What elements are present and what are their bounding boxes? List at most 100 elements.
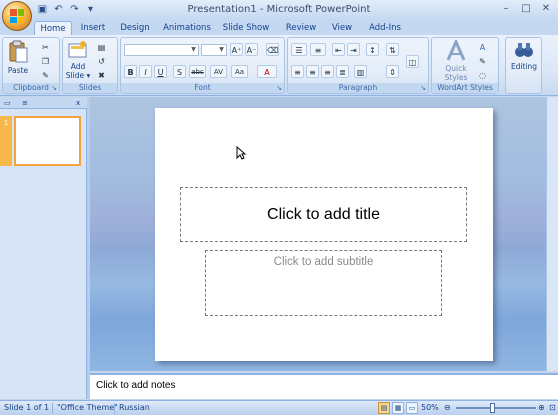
window-title: Presentation1 - Microsoft PowerPoint xyxy=(187,4,371,15)
clipboard-launcher-icon[interactable]: ↘ xyxy=(51,84,57,92)
grow-font-icon[interactable]: A⁺ xyxy=(230,43,243,56)
ribbon: Paste ✂ ❐ ✎ Clipboard ↘ Add Slide ▾ ▤ ↺ … xyxy=(0,35,558,96)
bold-button[interactable]: B xyxy=(124,65,137,78)
delete-slide-icon[interactable]: ✖ xyxy=(95,69,108,82)
close-button[interactable]: ✕ xyxy=(538,2,554,16)
notes-pane[interactable]: Click to add notes xyxy=(90,373,558,399)
quick-styles-icon xyxy=(446,38,466,61)
font-color-button[interactable]: A xyxy=(257,65,277,78)
font-name-combo[interactable]: ▼ xyxy=(124,44,199,56)
tab-add-ins[interactable]: Add-Ins xyxy=(367,21,403,35)
italic-button[interactable]: I xyxy=(139,65,152,78)
group-label-slides: Slides xyxy=(63,83,117,93)
align-center-icon[interactable]: ≡ xyxy=(306,65,319,78)
change-case-button[interactable]: Aa xyxy=(231,65,248,78)
tab-animations[interactable]: Animations xyxy=(163,21,211,35)
normal-view-icon[interactable]: ▤ xyxy=(378,402,390,414)
smartart-icon[interactable]: ◫ xyxy=(406,55,419,68)
clear-formatting-icon[interactable]: ⌫ xyxy=(266,43,279,56)
line-spacing-icon[interactable]: ↕ xyxy=(366,43,379,56)
font-size-combo[interactable]: ▼ xyxy=(201,44,227,56)
view-buttons: ▤ ▦ ▭ xyxy=(378,402,418,414)
office-button[interactable] xyxy=(2,1,32,31)
justify-icon[interactable]: ≣ xyxy=(336,65,349,78)
paste-button[interactable]: Paste xyxy=(5,40,31,75)
group-drawing: Quick Styles ▾ A ✎ ◌ WordArt Styles xyxy=(431,37,499,94)
zoom-in-icon[interactable]: ⊕ xyxy=(538,403,545,412)
minimize-button[interactable]: – xyxy=(498,2,514,16)
slide-show-icon[interactable]: ▭ xyxy=(406,402,418,414)
copy-icon[interactable]: ❐ xyxy=(39,55,52,68)
text-fill-icon[interactable]: A xyxy=(476,41,489,54)
group-slides: Add Slide ▾ ▤ ↺ ✖ Slides xyxy=(62,37,118,94)
chevron-down-icon: ▼ xyxy=(219,46,224,53)
ribbon-tabs: Home Insert Design Animations Slide Show… xyxy=(0,20,558,35)
slides-panel: ▭ ≡ x 1 xyxy=(0,97,87,399)
format-painter-icon[interactable]: ✎ xyxy=(39,69,52,82)
reset-icon[interactable]: ↺ xyxy=(95,55,108,68)
tab-home[interactable]: Home xyxy=(34,21,72,35)
zoom-out-icon[interactable]: ⊖ xyxy=(444,403,451,412)
restore-button[interactable]: □ xyxy=(518,2,534,16)
subtitle-placeholder[interactable]: Click to add subtitle xyxy=(205,250,442,316)
decrease-indent-icon[interactable]: ⇤ xyxy=(332,43,345,56)
zoom-slider-thumb[interactable] xyxy=(490,403,495,413)
slide-sorter-icon[interactable]: ▦ xyxy=(392,402,404,414)
slide-counter: Slide 1 of 1 xyxy=(4,403,50,412)
text-effects-icon[interactable]: ◌ xyxy=(476,69,489,82)
group-paragraph: ☰ ≡ ⇤ ⇥ ↕ ⇅ ≡ ≡ ≡ ≣ ▥ ⇕ ◫ Paragraph ↘ xyxy=(287,37,429,94)
fit-to-window-icon[interactable]: ⊡ xyxy=(549,403,556,412)
tab-slide-show[interactable]: Slide Show xyxy=(222,21,270,35)
columns-icon[interactable]: ▥ xyxy=(354,65,367,78)
layout-icon[interactable]: ▤ xyxy=(95,41,108,54)
group-editing: Editing xyxy=(505,37,542,94)
shrink-font-icon[interactable]: A⁻ xyxy=(245,43,258,56)
shadow-button[interactable]: S xyxy=(173,65,186,78)
strikethrough-button[interactable]: abc xyxy=(189,65,206,78)
slide-thumbnail[interactable] xyxy=(14,116,81,166)
numbering-icon[interactable]: ≡ xyxy=(310,43,326,56)
underline-button[interactable]: U xyxy=(154,65,167,78)
slide-number: 1 xyxy=(0,116,12,166)
panel-tabs: ▭ ≡ x xyxy=(0,97,87,109)
increase-indent-icon[interactable]: ⇥ xyxy=(347,43,360,56)
tab-insert[interactable]: Insert xyxy=(78,21,108,35)
group-label-paragraph: Paragraph xyxy=(288,83,428,93)
zoom-level[interactable]: 50% xyxy=(421,403,439,412)
title-bar: ▣ ↶ ↷ ▾ Presentation1 - Microsoft PowerP… xyxy=(0,0,558,20)
language-indicator[interactable]: Russian xyxy=(119,403,150,412)
vertical-scrollbar[interactable] xyxy=(546,97,558,371)
tab-review[interactable]: Review xyxy=(284,21,318,35)
align-left-icon[interactable]: ≡ xyxy=(291,65,304,78)
text-outline-icon[interactable]: ✎ xyxy=(476,55,489,68)
title-placeholder[interactable]: Click to add title xyxy=(180,187,467,242)
slide: Click to add title Click to add subtitle xyxy=(155,108,493,361)
align-right-icon[interactable]: ≡ xyxy=(321,65,334,78)
character-spacing-button[interactable]: AV xyxy=(210,65,227,78)
group-font: ▼ ▼ A⁺ A⁻ ⌫ B I U S abc AV Aa A Font ↘ xyxy=(120,37,285,94)
zoom-slider[interactable] xyxy=(456,407,536,409)
editing-button[interactable]: Editing xyxy=(508,40,540,71)
cut-icon[interactable]: ✂ xyxy=(39,41,52,54)
font-launcher-icon[interactable]: ↘ xyxy=(276,84,282,92)
theme-name: "Office Theme" xyxy=(57,403,118,412)
text-direction-icon[interactable]: ⇅ xyxy=(386,43,399,56)
slides-tab-icon[interactable]: ▭ xyxy=(4,98,11,108)
mouse-cursor-icon xyxy=(236,146,246,160)
add-slide-button[interactable]: Add Slide ▾ xyxy=(65,40,91,80)
group-label-font: Font xyxy=(121,83,284,93)
paste-icon xyxy=(9,40,28,63)
bullets-icon[interactable]: ☰ xyxy=(291,43,307,56)
tab-view[interactable]: View xyxy=(328,21,356,35)
binoculars-icon xyxy=(515,43,533,57)
align-text-icon[interactable]: ⇕ xyxy=(386,65,399,78)
status-bar: Slide 1 of 1 "Office Theme" Russian ▤ ▦ … xyxy=(0,400,558,415)
paragraph-launcher-icon[interactable]: ↘ xyxy=(420,84,426,92)
group-label-wordart: WordArt Styles xyxy=(432,83,498,93)
outline-tab-icon[interactable]: ≡ xyxy=(22,98,28,108)
chevron-down-icon: ▼ xyxy=(191,46,196,53)
new-slide-icon xyxy=(68,41,87,58)
close-panel-icon[interactable]: x xyxy=(76,98,80,108)
group-clipboard: Paste ✂ ❐ ✎ Clipboard ↘ xyxy=(2,37,60,94)
tab-design[interactable]: Design xyxy=(118,21,152,35)
